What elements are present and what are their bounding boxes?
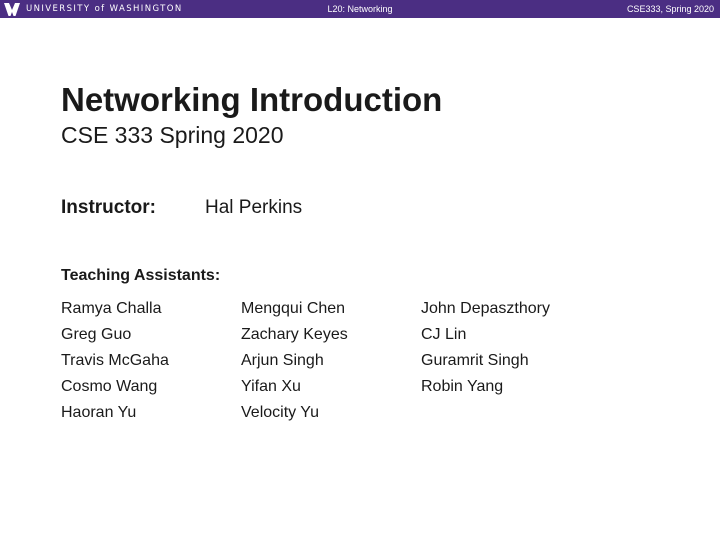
ta-name: Mengqui Chen <box>241 300 346 317</box>
slide-header-bar: UNIVERSITY of WASHINGTON L20: Networking… <box>0 0 720 18</box>
course-term-label: CSE333, Spring 2020 <box>626 4 714 14</box>
ta-name: Greg Guo <box>61 326 132 343</box>
ta-name: Haoran Yu <box>61 404 137 421</box>
ta-name: Guramrit Singh <box>421 352 529 369</box>
ta-name: CJ Lin <box>421 326 467 343</box>
ta-name: Cosmo Wang <box>61 378 158 395</box>
ta-name: Arjun Singh <box>241 352 324 369</box>
ta-column-2: Mengqui Chen Zachary Keyes Arjun Singh Y… <box>241 296 348 426</box>
slide-subtitle: CSE 333 Spring 2020 <box>61 122 284 148</box>
ta-name: Travis McGaha <box>61 352 169 369</box>
ta-label: Teaching Assistants: <box>61 267 221 284</box>
ta-name: Zachary Keyes <box>241 326 348 343</box>
instructor-label: Instructor: <box>61 197 156 218</box>
ta-name: Ramya Challa <box>61 300 162 317</box>
ta-name: Yifan Xu <box>241 378 301 395</box>
instructor-name: Hal Perkins <box>205 197 303 218</box>
ta-column-3: John Depaszthory CJ Lin Guramrit Singh R… <box>421 296 550 400</box>
ta-column-1: Ramya Challa Greg Guo Travis McGaha Cosm… <box>61 296 169 426</box>
ta-name: Velocity Yu <box>241 404 319 421</box>
ta-name: John Depaszthory <box>421 300 550 317</box>
slide-title: Networking Introduction <box>61 81 443 118</box>
ta-name: Robin Yang <box>421 378 504 395</box>
lecture-label: L20: Networking <box>327 4 393 14</box>
